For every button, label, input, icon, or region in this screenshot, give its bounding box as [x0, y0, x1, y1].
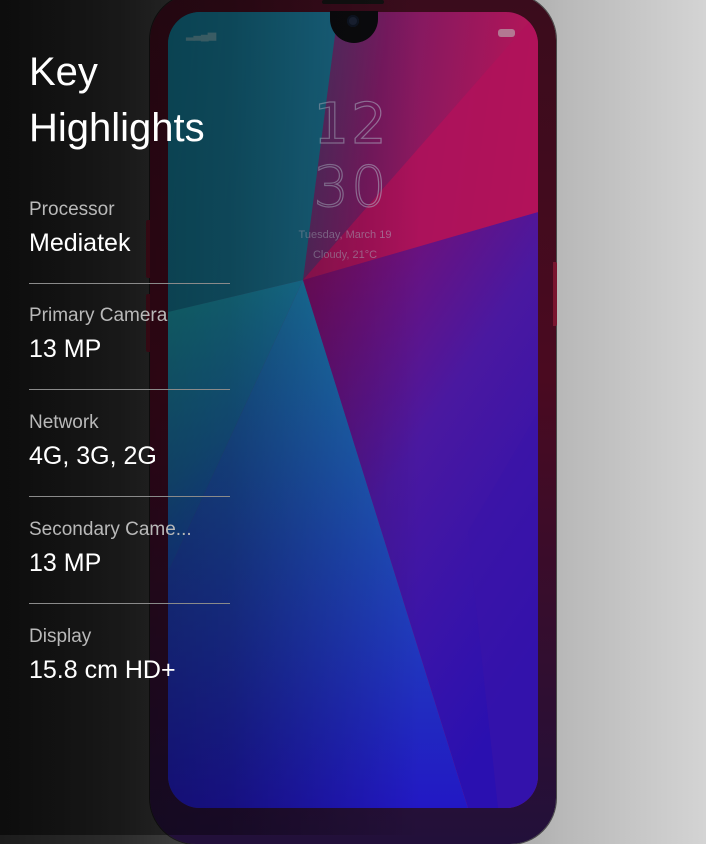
spec-label: Network: [29, 412, 99, 433]
panel-title-line2: Highlights: [29, 106, 205, 150]
spec-secondary-camera: Secondary Came... 13 MP: [29, 519, 230, 578]
spec-processor: Processor Mediatek: [29, 199, 230, 258]
spec-label: Primary Camera: [29, 305, 168, 326]
spec-value: 4G, 3G, 2G: [29, 442, 157, 470]
key-highlights-panel: Key Highlights Processor Mediatek Primar…: [29, 44, 249, 684]
front-camera-icon: [347, 15, 359, 27]
spec-primary-camera: Primary Camera 13 MP: [29, 305, 230, 364]
spec-value: 15.8 cm HD+: [29, 656, 176, 684]
panel-title-line1: Key: [29, 50, 98, 94]
signal-bars-icon: ▂▃▄▅: [186, 29, 216, 41]
divider: [29, 283, 230, 284]
spec-label: Secondary Came...: [29, 519, 192, 540]
spec-network: Network 4G, 3G, 2G: [29, 412, 230, 471]
spec-label: Display: [29, 626, 92, 647]
divider: [29, 496, 230, 497]
spec-label: Processor: [29, 199, 115, 220]
spec-display: Display 15.8 cm HD+: [29, 626, 230, 685]
divider: [29, 389, 230, 390]
divider: [29, 603, 230, 604]
spec-value: 13 MP: [29, 335, 102, 363]
phone-speaker: [322, 0, 384, 4]
spec-value: Mediatek: [29, 229, 131, 257]
phone-power-button: [553, 262, 557, 326]
battery-icon: [498, 29, 515, 37]
spec-value: 13 MP: [29, 549, 102, 577]
